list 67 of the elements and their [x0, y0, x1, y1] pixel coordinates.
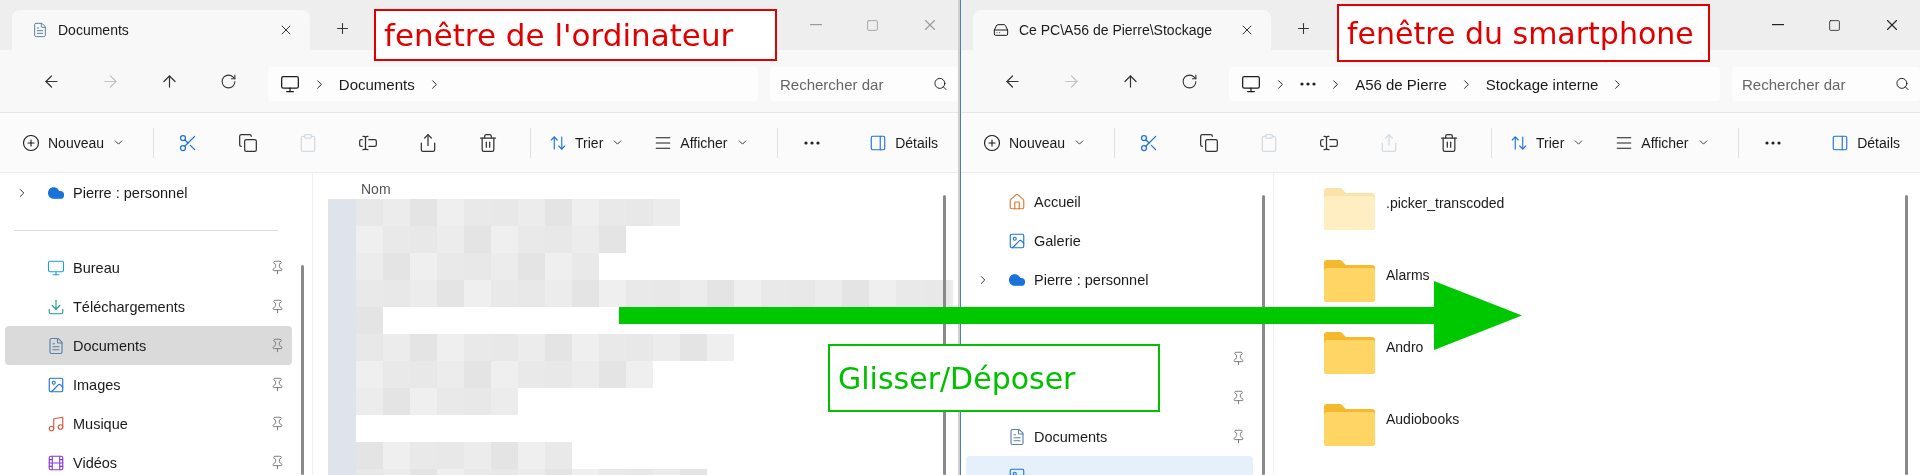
annotation-label: Glisser/Déposer [828, 344, 1160, 412]
sort-button[interactable]: Trier [539, 124, 635, 161]
panel-icon [869, 133, 888, 152]
search-icon [933, 76, 948, 92]
details-button[interactable]: Détails [1821, 124, 1910, 161]
sidebar-item[interactable]: Bureau [5, 248, 292, 287]
film-icon [47, 453, 65, 472]
search-icon [1895, 76, 1910, 92]
drive-icon [993, 22, 1009, 38]
panel-icon [1831, 133, 1850, 152]
download-icon [47, 297, 65, 316]
sidebar-item[interactable]: Accueil [966, 182, 1253, 221]
tab[interactable]: Documents [12, 10, 310, 50]
plus-circle-icon [22, 133, 40, 152]
sidebar-item[interactable]: Pierre : personnel [5, 173, 292, 212]
refresh-icon [1181, 72, 1199, 90]
sidebar-item[interactable]: Documents [5, 326, 292, 365]
gallery-icon [1008, 231, 1026, 250]
details-button[interactable]: Détails [859, 124, 948, 161]
search-field[interactable]: Rechercher dar [770, 67, 958, 101]
path-segment[interactable]: Stockage interne [1485, 75, 1599, 93]
image-icon [47, 375, 65, 394]
path-segment[interactable]: Documents [338, 75, 415, 93]
view-button[interactable]: Afficher [644, 124, 759, 161]
column-header[interactable]: Nom [361, 181, 391, 197]
home-icon [1008, 192, 1026, 211]
tab[interactable]: Ce PC\A56 de Pierre\Stockage [973, 10, 1271, 50]
folder-name[interactable]: Andro [1386, 339, 1424, 355]
refresh-icon [219, 72, 237, 90]
sidebar-item[interactable]: Documents [966, 417, 1253, 456]
sort-icon [549, 133, 568, 152]
maximize-icon [1828, 18, 1841, 32]
document-icon [32, 22, 48, 38]
new-button[interactable]: Nouveau [12, 124, 136, 161]
scrollbar[interactable] [1262, 195, 1265, 475]
more-icon [1300, 82, 1317, 86]
annotation-label: fenêtre de l'ordinateur [374, 9, 777, 61]
scrollbar[interactable] [1905, 195, 1908, 475]
sidebar-item[interactable]: Pierre : personnel [966, 260, 1253, 299]
document-icon [47, 336, 65, 355]
more-icon [803, 140, 820, 145]
path-segment[interactable]: A56 de Pierre [1355, 75, 1447, 93]
scrollbar[interactable] [301, 265, 304, 475]
document-icon [1008, 427, 1026, 446]
sort-icon [1510, 133, 1529, 152]
sidebar-item[interactable]: Musique [5, 404, 292, 443]
new-button[interactable]: Nouveau [973, 124, 1097, 161]
more-icon [1764, 140, 1781, 145]
computer-icon [279, 74, 300, 94]
sidebar-item[interactable]: Galerie [966, 221, 1253, 260]
annotation-label: fenêtre du smartphone [1337, 4, 1710, 62]
address-field[interactable]: A56 de Pierre Stockage interne [1229, 67, 1720, 101]
maximize-icon [866, 18, 879, 32]
address-field[interactable]: Documents [267, 67, 758, 101]
folder-name[interactable]: Audiobooks [1386, 411, 1460, 427]
view-button[interactable]: Afficher [1605, 124, 1720, 161]
search-field[interactable]: Rechercher dar [1732, 67, 1920, 101]
sidebar-item[interactable]: Vidéos [5, 443, 292, 475]
sort-button[interactable]: Trier [1500, 124, 1596, 161]
music-icon [47, 414, 65, 433]
desktop-icon [47, 258, 65, 277]
folder-name[interactable]: Alarms [1386, 267, 1430, 283]
folder-name[interactable]: .picker_transcoded [1386, 195, 1505, 211]
sidebar-item[interactable]: Images [5, 365, 292, 404]
plus-circle-icon [983, 133, 1001, 152]
sidebar-item[interactable]: Téléchargements [5, 287, 292, 326]
computer-icon [1241, 74, 1262, 94]
